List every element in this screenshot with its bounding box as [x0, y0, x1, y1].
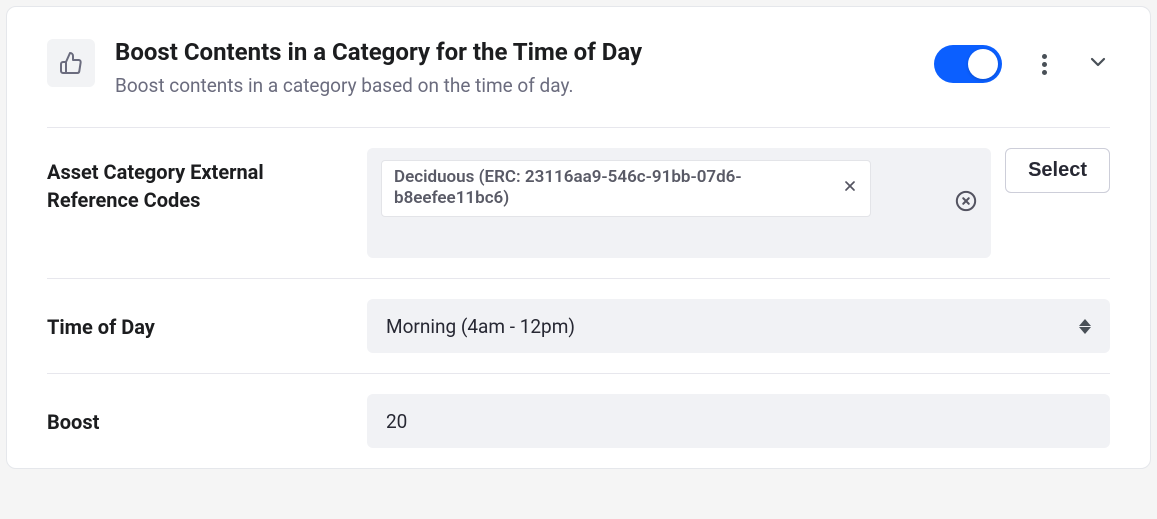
- time-of-day-label: Time of Day: [47, 299, 347, 341]
- thumbs-up-icon: [47, 39, 95, 87]
- asset-category-tag: Deciduous (ERC: 23116aa9-546c-91bb-07d6-…: [381, 160, 871, 217]
- boost-label: Boost: [47, 394, 347, 436]
- panel-title: Boost Contents in a Category for the Tim…: [115, 37, 894, 68]
- header-text: Boost Contents in a Category for the Tim…: [115, 37, 894, 97]
- time-of-day-row: Time of Day Morning (4am - 12pm): [7, 279, 1150, 373]
- select-category-button[interactable]: Select: [1005, 148, 1110, 193]
- collapse-button[interactable]: [1086, 50, 1110, 78]
- boost-row: Boost 20: [7, 374, 1150, 468]
- asset-category-row: Asset Category External Reference Codes …: [7, 128, 1150, 278]
- asset-category-label: Asset Category External Reference Codes: [47, 148, 347, 214]
- more-options-button[interactable]: [1032, 52, 1056, 76]
- boost-content: 20: [367, 394, 1110, 448]
- panel-subtitle: Boost contents in a category based on th…: [115, 74, 894, 97]
- clear-all-button[interactable]: [955, 190, 977, 216]
- tag-text: Deciduous (ERC: 23116aa9-546c-91bb-07d6-…: [394, 167, 828, 210]
- settings-panel: Boost Contents in a Category for the Tim…: [6, 6, 1151, 469]
- time-of-day-value: Morning (4am - 12pm): [386, 315, 575, 338]
- select-caret-icon: [1079, 319, 1091, 334]
- asset-category-content: Deciduous (ERC: 23116aa9-546c-91bb-07d6-…: [367, 148, 1110, 258]
- panel-header: Boost Contents in a Category for the Tim…: [7, 7, 1150, 127]
- time-of-day-content: Morning (4am - 12pm): [367, 299, 1110, 353]
- remove-tag-button[interactable]: [842, 178, 858, 198]
- enable-toggle[interactable]: [934, 45, 1002, 83]
- asset-category-tag-container[interactable]: Deciduous (ERC: 23116aa9-546c-91bb-07d6-…: [367, 148, 991, 258]
- header-controls: [934, 45, 1110, 83]
- boost-value: 20: [386, 410, 407, 433]
- toggle-knob: [968, 49, 998, 79]
- time-of-day-select[interactable]: Morning (4am - 12pm): [367, 299, 1110, 353]
- boost-input[interactable]: 20: [367, 394, 1110, 448]
